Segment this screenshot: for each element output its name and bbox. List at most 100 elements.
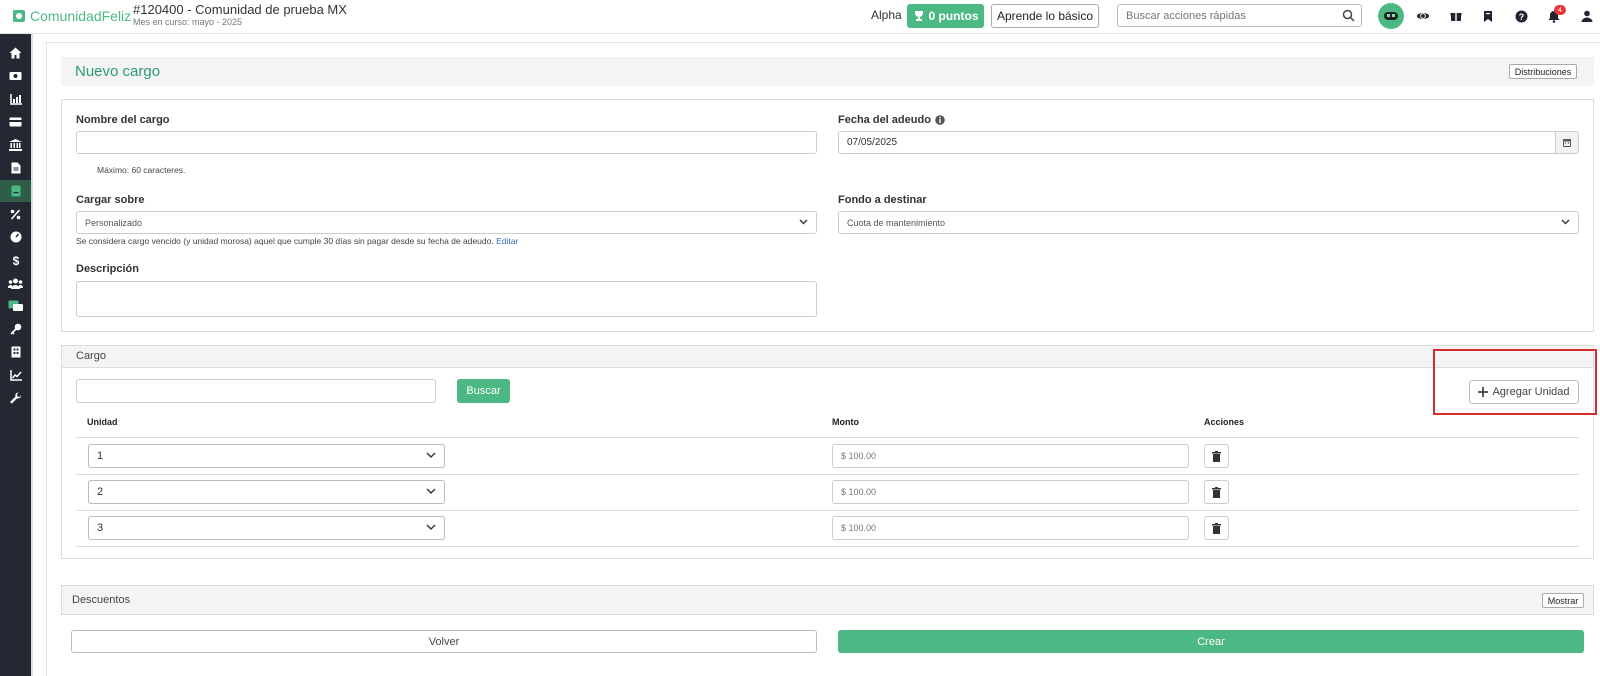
brand-name: ComunidadFeliz bbox=[30, 8, 132, 24]
percent-icon bbox=[10, 208, 21, 220]
info-icon[interactable] bbox=[935, 115, 945, 125]
cargar-select-value: Personalizado bbox=[85, 217, 143, 228]
card-icon bbox=[9, 117, 22, 127]
delete-button-row-1[interactable] bbox=[1204, 444, 1229, 468]
cargo-header: Cargo bbox=[62, 346, 1593, 368]
volver-button[interactable]: Volver bbox=[71, 630, 817, 653]
amount-input-row-2[interactable]: $ 100.00 bbox=[832, 480, 1189, 504]
help-icon[interactable]: ? bbox=[1511, 6, 1531, 26]
svg-text:$: $ bbox=[12, 254, 19, 267]
sidebar-item-messages[interactable] bbox=[0, 295, 31, 317]
calendar-icon bbox=[1563, 139, 1571, 147]
trash-icon bbox=[1212, 450, 1221, 462]
sidebar-item-cards[interactable] bbox=[0, 111, 31, 133]
crear-button[interactable]: Crear bbox=[838, 630, 1584, 653]
community-title[interactable]: #120400 - Comunidad de prueba MX bbox=[133, 2, 347, 17]
dollar-icon: $ bbox=[12, 254, 19, 267]
sidebar-item-settings[interactable] bbox=[0, 387, 31, 409]
delete-button-row-2[interactable] bbox=[1204, 480, 1229, 504]
highlight-box bbox=[1433, 349, 1597, 415]
sidebar-item-gauge[interactable] bbox=[0, 226, 31, 248]
unit-select-row-1[interactable]: 1 bbox=[88, 444, 445, 468]
sidebar-item-stats[interactable] bbox=[0, 88, 31, 110]
buscar-button[interactable]: Buscar bbox=[457, 379, 510, 403]
community-subtitle: Mes en curso: mayo - 2025 bbox=[133, 17, 243, 27]
amount-input-row-3[interactable]: $ 100.00 bbox=[832, 516, 1189, 540]
sidebar-item-home[interactable] bbox=[0, 42, 31, 64]
gift-icon[interactable] bbox=[1446, 6, 1466, 26]
sidebar-divider bbox=[31, 34, 33, 676]
top-bar: ComunidadFeliz #120400 - Comunidad de pr… bbox=[0, 0, 1600, 34]
unit-select-row-3[interactable]: 3 bbox=[88, 516, 445, 540]
sidebar-item-residents[interactable] bbox=[0, 272, 31, 294]
amount-input-row-1[interactable]: $ 100.00 bbox=[832, 444, 1189, 468]
notification-badge: 4 bbox=[1554, 5, 1566, 15]
descripcion-label: Descripción bbox=[76, 263, 139, 275]
cargar-help-text: Se considera cargo vencido (y unidad mor… bbox=[76, 236, 494, 246]
compass-icon[interactable] bbox=[1413, 6, 1433, 26]
alpha-label: Alpha bbox=[871, 8, 902, 22]
sidebar-item-bank[interactable] bbox=[0, 134, 31, 156]
unit-select-value: 1 bbox=[97, 450, 104, 462]
table-row-divider bbox=[76, 546, 1579, 547]
trash-icon bbox=[1212, 522, 1221, 534]
line-chart-icon bbox=[9, 369, 22, 381]
sidebar-item-payments[interactable]: $ bbox=[0, 249, 31, 271]
sidebar-item-buildings[interactable] bbox=[0, 341, 31, 363]
descuentos-title: Descuentos bbox=[72, 594, 131, 606]
sidebar-item-reports[interactable] bbox=[0, 364, 31, 386]
col-unidad: Unidad bbox=[87, 417, 118, 427]
distribuciones-button[interactable]: Distribuciones bbox=[1509, 64, 1577, 79]
editar-link[interactable]: Editar bbox=[496, 236, 518, 246]
table-row-divider bbox=[76, 510, 1579, 511]
chart-icon bbox=[9, 93, 22, 105]
unit-select-value: 2 bbox=[97, 486, 104, 498]
building-icon bbox=[11, 346, 20, 358]
table-row-divider bbox=[76, 474, 1579, 475]
users-icon bbox=[8, 278, 23, 289]
bookmark-icon[interactable] bbox=[1478, 6, 1498, 26]
descuentos-panel: Descuentos Mostrar bbox=[61, 585, 1594, 615]
sidebar-item-access[interactable] bbox=[0, 318, 31, 340]
delete-button-row-3[interactable] bbox=[1204, 516, 1229, 540]
unit-select-value: 3 bbox=[97, 522, 104, 534]
svg-text:?: ? bbox=[1518, 12, 1524, 22]
key-icon bbox=[9, 323, 21, 335]
cargar-help: Se considera cargo vencido (y unidad mor… bbox=[76, 236, 518, 246]
sidebar-item-percent[interactable] bbox=[0, 203, 31, 225]
fondo-select[interactable]: Cuota de mantenimiento bbox=[838, 211, 1579, 234]
chevron-down-icon bbox=[1561, 219, 1570, 225]
mostrar-button[interactable]: Mostrar bbox=[1542, 593, 1584, 608]
book-icon bbox=[11, 185, 20, 197]
quick-search-input[interactable] bbox=[1118, 5, 1328, 26]
descripcion-textarea[interactable] bbox=[76, 281, 817, 317]
nombre-input[interactable] bbox=[76, 131, 817, 154]
user-icon[interactable] bbox=[1577, 6, 1597, 26]
sidebar-item-documents[interactable] bbox=[0, 157, 31, 179]
col-monto: Monto bbox=[832, 417, 859, 427]
unit-select-row-2[interactable]: 2 bbox=[88, 480, 445, 504]
nombre-label: Nombre del cargo bbox=[76, 114, 170, 126]
fecha-label: Fecha del adeudo bbox=[838, 114, 931, 126]
money-icon bbox=[9, 72, 22, 80]
gauge-icon bbox=[10, 231, 21, 243]
col-acciones: Acciones bbox=[1204, 417, 1245, 427]
sidebar: $ bbox=[0, 34, 31, 676]
quick-search[interactable] bbox=[1117, 4, 1362, 27]
calendar-button[interactable] bbox=[1555, 131, 1579, 154]
points-label: 0 puntos bbox=[928, 9, 979, 23]
sidebar-item-money[interactable] bbox=[0, 65, 31, 87]
points-button[interactable]: 0 puntos bbox=[907, 4, 984, 28]
avatar-icon[interactable] bbox=[1378, 3, 1404, 29]
cargar-select[interactable]: Personalizado bbox=[76, 211, 817, 234]
chevron-down-icon bbox=[426, 452, 436, 458]
unit-search-input[interactable] bbox=[76, 379, 436, 403]
search-icon[interactable] bbox=[1342, 9, 1355, 22]
fecha-input[interactable]: 07/05/2025 bbox=[838, 131, 1556, 154]
chevron-down-icon bbox=[426, 524, 436, 530]
brand-logo[interactable]: ComunidadFeliz bbox=[13, 8, 131, 24]
learn-basics-button[interactable]: Aprende lo básico bbox=[991, 4, 1099, 28]
trash-icon bbox=[1212, 486, 1221, 498]
sidebar-item-charges[interactable] bbox=[0, 180, 31, 202]
fecha-label-wrap: Fecha del adeudo bbox=[838, 114, 945, 126]
